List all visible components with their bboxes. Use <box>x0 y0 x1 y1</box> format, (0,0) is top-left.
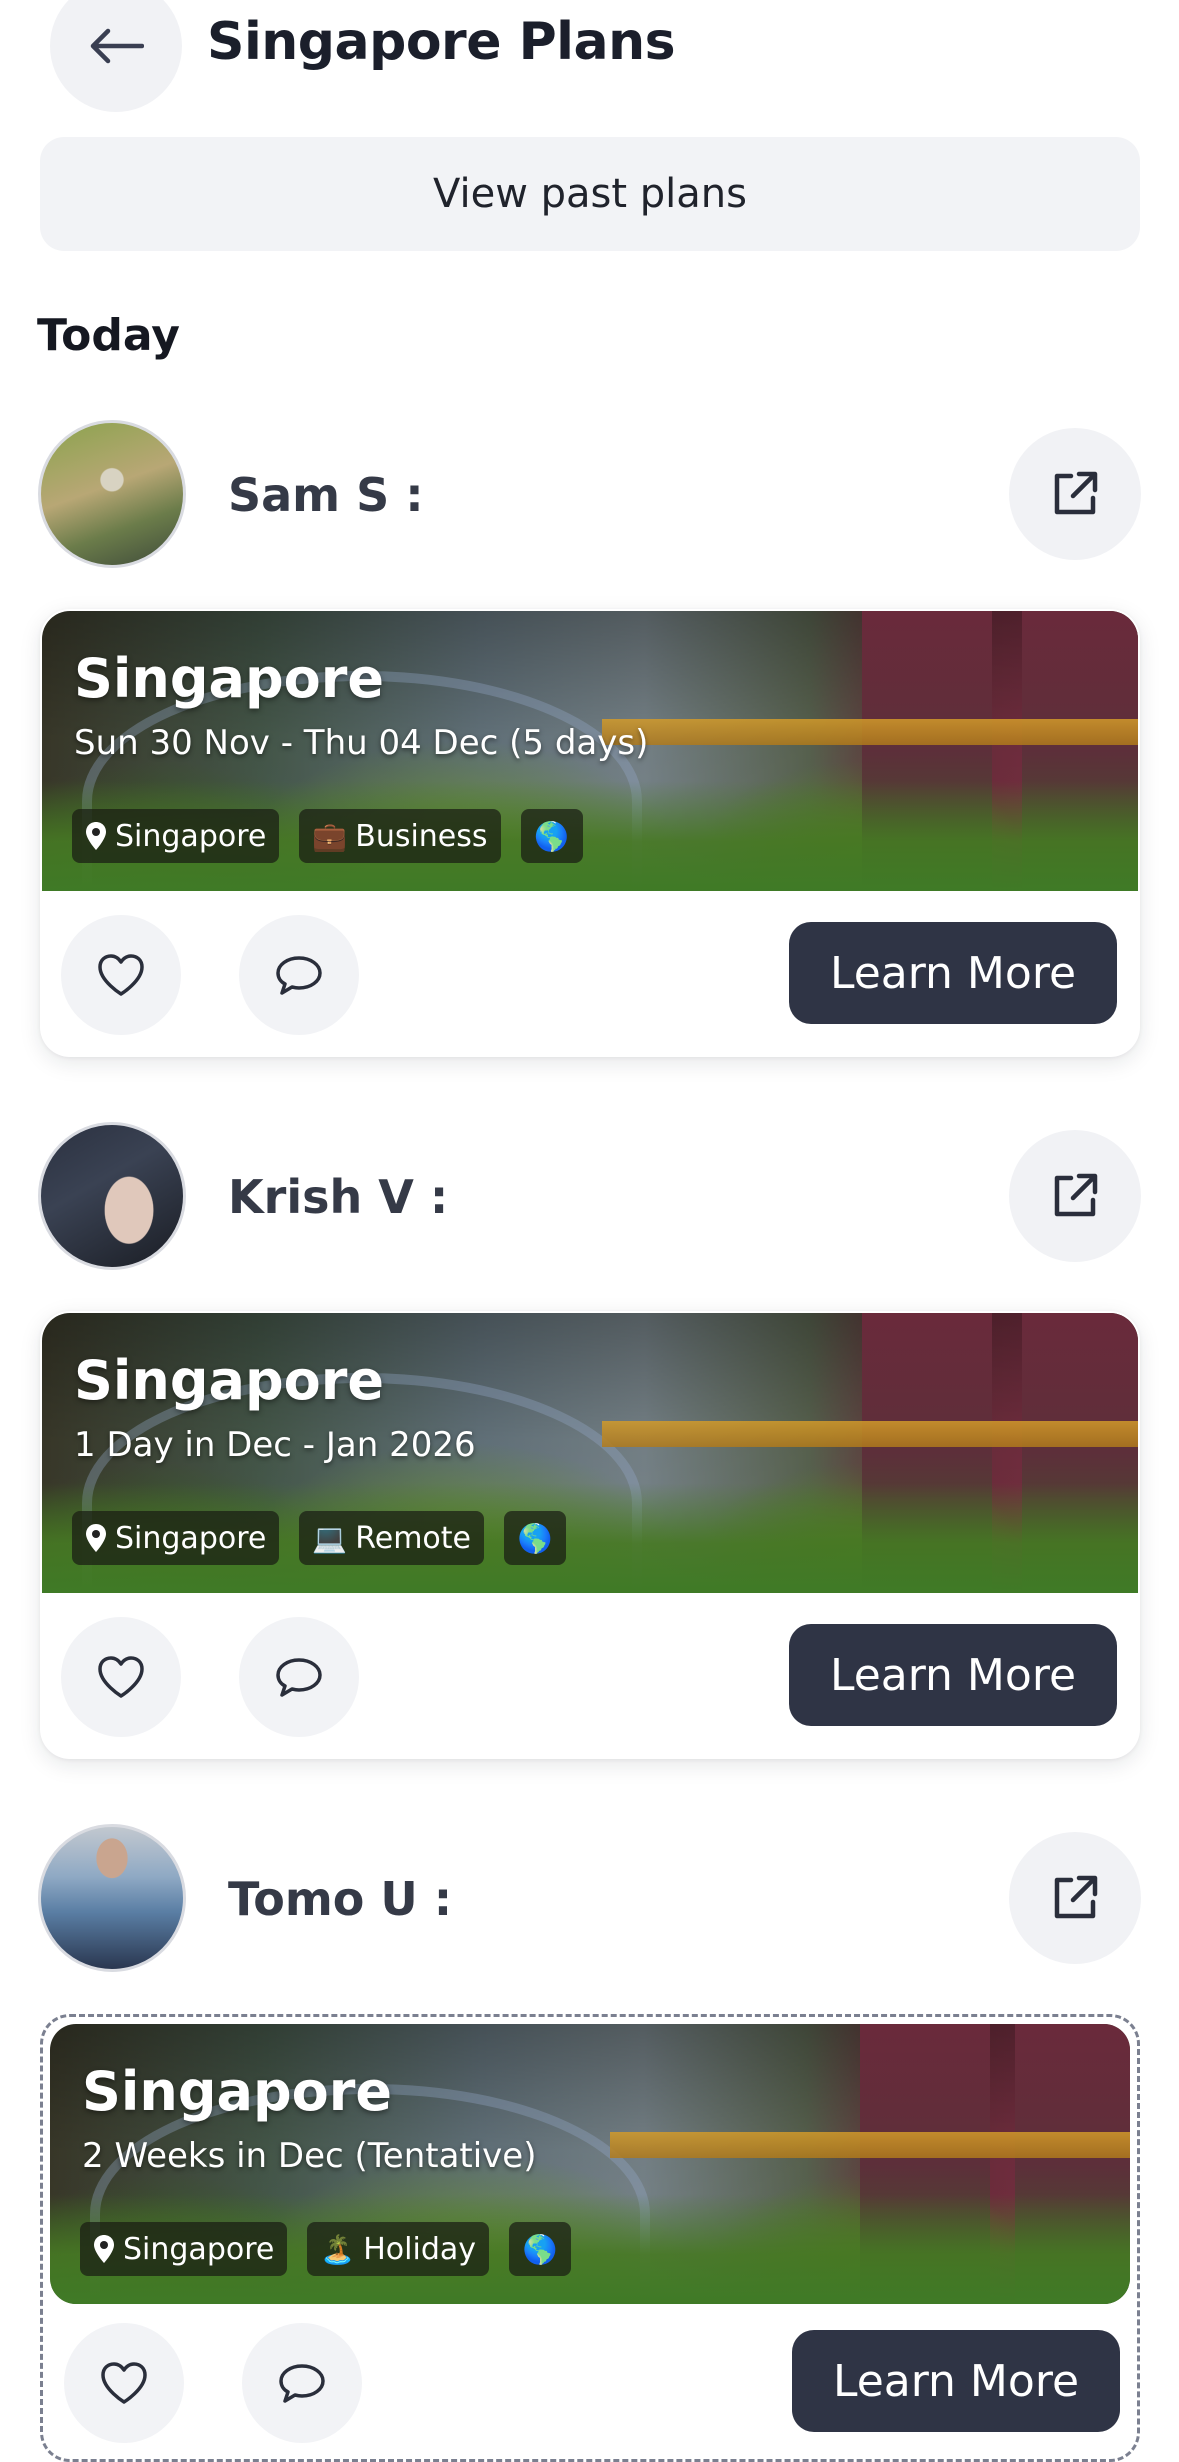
plan-card-tentative[interactable]: Singapore 2 Weeks in Dec (Tentative) Sin… <box>40 2014 1140 2462</box>
back-button[interactable] <box>50 0 182 112</box>
page-title: Singapore Plans <box>207 12 676 72</box>
learn-more-button[interactable]: Learn More <box>789 1624 1117 1726</box>
plan-banner-image: Singapore 2 Weeks in Dec (Tentative) Sin… <box>50 2024 1130 2304</box>
header: Singapore Plans <box>0 0 1179 120</box>
laptop-icon: 💻 <box>312 1521 348 1555</box>
share-button[interactable] <box>1009 1130 1141 1262</box>
globe-icon: 🌎 <box>522 2232 558 2266</box>
plan-banner-image: Singapore Sun 30 Nov - Thu 04 Dec (5 day… <box>42 611 1138 891</box>
location-chip: Singapore <box>80 2222 288 2276</box>
comment-icon <box>279 2364 325 2403</box>
heart-icon <box>98 1656 144 1698</box>
location-pin-icon <box>86 1524 106 1552</box>
globe-icon: 🌎 <box>534 819 569 853</box>
chip-label: Holiday <box>363 2231 476 2267</box>
author-name[interactable]: Sam S : <box>228 468 424 522</box>
chip-label: Business <box>355 818 488 854</box>
location-chip: Singapore <box>72 1511 280 1565</box>
comment-icon <box>276 1658 322 1697</box>
plan-dates: 2 Weeks in Dec (Tentative) <box>82 2136 537 2176</box>
plan-author-row: Sam S : <box>0 420 1179 570</box>
location-pin-icon <box>94 2235 114 2263</box>
heart-icon <box>98 954 144 996</box>
plan-tags: Singapore 💼 Business 🌎 <box>72 809 583 863</box>
island-icon: 🏝️ <box>320 2232 356 2266</box>
plan-dates: 1 Day in Dec - Jan 2026 <box>74 1425 476 1465</box>
plan-card[interactable]: Singapore Sun 30 Nov - Thu 04 Dec (5 day… <box>40 609 1140 1057</box>
like-button[interactable] <box>64 2323 184 2443</box>
plan-dates: Sun 30 Nov - Thu 04 Dec (5 days) <box>74 723 649 763</box>
plan-tags: Singapore 🏝️ Holiday 🌎 <box>80 2222 571 2276</box>
share-button[interactable] <box>1009 428 1141 560</box>
author-name[interactable]: Krish V : <box>228 1170 448 1224</box>
avatar[interactable] <box>38 420 186 568</box>
section-title-today: Today <box>37 310 180 361</box>
comment-icon <box>276 956 322 995</box>
arrow-left-icon <box>90 28 144 64</box>
learn-more-button[interactable]: Learn More <box>792 2330 1120 2432</box>
plan-card[interactable]: Singapore 1 Day in Dec - Jan 2026 Singap… <box>40 1311 1140 1759</box>
chip-label: Remote <box>355 1520 471 1556</box>
location-chip: Singapore <box>72 809 280 863</box>
card-actions: Learn More <box>40 891 1140 1057</box>
external-link-icon <box>1054 1875 1098 1919</box>
plan-title: Singapore <box>82 2060 392 2123</box>
learn-more-button[interactable]: Learn More <box>789 922 1117 1024</box>
trip-type-chip: 💼 Business <box>299 809 501 863</box>
card-actions: Learn More <box>40 1593 1140 1759</box>
plan-author-row: Tomo U : <box>0 1824 1179 1974</box>
external-link-icon <box>1054 471 1098 515</box>
external-link-icon <box>1054 1173 1098 1217</box>
like-button[interactable] <box>61 1617 181 1737</box>
like-button[interactable] <box>61 915 181 1035</box>
author-name[interactable]: Tomo U : <box>228 1872 452 1926</box>
location-pin-icon <box>86 822 106 850</box>
globe-chip: 🌎 <box>504 1511 566 1565</box>
comment-button[interactable] <box>242 2323 362 2443</box>
plan-author-row: Krish V : <box>0 1122 1179 1272</box>
plan-banner-image: Singapore 1 Day in Dec - Jan 2026 Singap… <box>42 1313 1138 1593</box>
trip-type-chip: 🏝️ Holiday <box>307 2222 489 2276</box>
globe-chip: 🌎 <box>509 2222 571 2276</box>
plan-title: Singapore <box>74 1349 384 1412</box>
view-past-plans-button[interactable]: View past plans <box>40 137 1140 251</box>
chip-label: Singapore <box>115 1520 267 1556</box>
avatar[interactable] <box>38 1824 186 1972</box>
briefcase-icon: 💼 <box>312 819 348 853</box>
chip-label: Singapore <box>115 818 267 854</box>
globe-icon: 🌎 <box>517 1521 553 1555</box>
comment-button[interactable] <box>239 915 359 1035</box>
chip-label: Singapore <box>123 2231 275 2267</box>
avatar[interactable] <box>38 1122 186 1270</box>
heart-icon <box>101 2362 147 2404</box>
comment-button[interactable] <box>239 1617 359 1737</box>
plan-tags: Singapore 💻 Remote 🌎 <box>72 1511 566 1565</box>
share-button[interactable] <box>1009 1832 1141 1964</box>
trip-type-chip: 💻 Remote <box>299 1511 484 1565</box>
card-actions: Learn More <box>43 2299 1137 2459</box>
plan-title: Singapore <box>74 647 384 710</box>
globe-chip: 🌎 <box>520 809 583 863</box>
